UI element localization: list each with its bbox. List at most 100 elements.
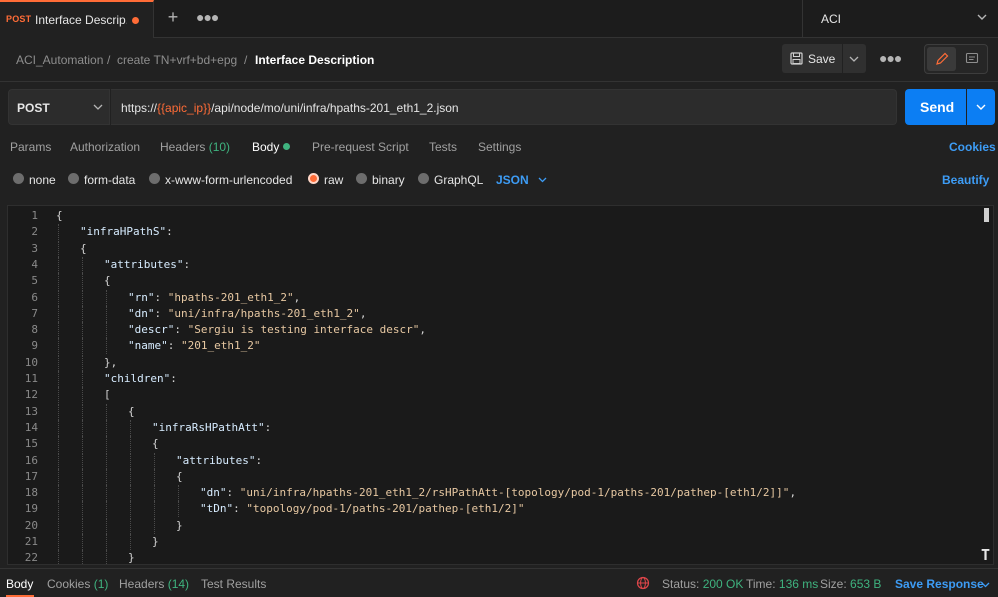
indent-guide	[82, 305, 83, 322]
tab-headers[interactable]: Headers (10)	[160, 140, 230, 154]
code-line[interactable]: 17 {	[8, 468, 983, 485]
tab-pre-request-script[interactable]: Pre-request Script	[312, 140, 409, 154]
environment-select[interactable]: ACI	[802, 0, 998, 38]
url-input[interactable]: https://{{apic_ip}}/api/node/mo/uni/infr…	[111, 89, 897, 125]
indent-guide	[178, 501, 179, 518]
code-line[interactable]: 4 "attributes":	[8, 256, 983, 273]
code-line[interactable]: 11 "children":	[8, 371, 983, 387]
code-line[interactable]: 16 "attributes":	[8, 452, 983, 469]
radio-form-data-label[interactable]: form-data	[84, 173, 135, 187]
radio-none[interactable]	[13, 173, 24, 184]
time-readout: Time: 136 ms	[746, 577, 818, 591]
code-line[interactable]: 7 "dn": "uni/infra/hpaths-201_eth1_2",	[8, 305, 983, 322]
radio-form-data[interactable]	[68, 173, 79, 184]
code-text: {	[176, 469, 183, 483]
response-tab-headers-count: (14)	[167, 577, 190, 591]
code-line[interactable]: 2 "infraHPathS":	[8, 224, 983, 241]
code-text: "dn": "uni/infra/hpaths-201_eth1_2/rsHPa…	[200, 486, 797, 500]
indent-guide	[82, 387, 83, 404]
beautify-link[interactable]: Beautify	[942, 173, 989, 187]
indent-guide	[58, 501, 59, 518]
ellipsis-icon[interactable]: ●●●	[879, 50, 902, 66]
line-number: 12	[24, 388, 38, 402]
tab-params[interactable]: Params	[10, 140, 51, 154]
code-line[interactable]: 14 "infraRsHPathAtt":	[8, 419, 983, 436]
radio-raw[interactable]	[308, 173, 319, 184]
code-text: "dn": "uni/infra/hpaths-201_eth1_2",	[128, 306, 367, 320]
tab-settings[interactable]: Settings	[478, 140, 521, 154]
url-prefix: https://	[121, 101, 158, 115]
size-readout: Size: 653 B	[820, 577, 881, 591]
radio-binary[interactable]	[356, 173, 367, 184]
save-button[interactable]: Save	[782, 44, 842, 73]
breadcrumb-folder[interactable]: create TN+vrf+bd+epg	[117, 53, 237, 67]
indent-guide	[82, 354, 83, 371]
indent-guide	[82, 419, 83, 436]
code-editor[interactable]: T 1{2 "infraHPathS": 3{4 "attributes": 5{6 "r…	[7, 205, 994, 565]
radio-urlencoded[interactable]	[149, 173, 160, 184]
code-line[interactable]: 12 [	[8, 387, 983, 404]
edit-mode-button[interactable]	[927, 47, 956, 71]
code-line[interactable]: 19 "tDn": "topology/pod-1/paths-201/pathe…	[8, 501, 983, 518]
radio-graphql[interactable]	[418, 173, 429, 184]
radio-raw-label[interactable]: raw	[324, 173, 343, 187]
response-tab-cookies[interactable]: Cookies (1)	[47, 577, 108, 591]
code-line[interactable]: 21}	[8, 534, 983, 550]
ellipsis-icon[interactable]: ●●●	[196, 9, 219, 25]
code-line[interactable]: 10},	[8, 354, 983, 371]
indent-guide	[58, 289, 59, 306]
radio-urlencoded-label[interactable]: x-www-form-urlencoded	[165, 173, 292, 187]
indent-guide	[106, 338, 107, 355]
globe-icon[interactable]	[636, 576, 650, 590]
radio-graphql-label[interactable]: GraphQL	[434, 173, 483, 187]
line-number: 18	[24, 486, 38, 500]
response-tab-body[interactable]: Body	[6, 577, 33, 591]
code-line[interactable]: 15 {	[8, 436, 983, 453]
send-label: Send	[920, 99, 955, 115]
send-options-button[interactable]	[967, 89, 995, 125]
code-line[interactable]: 6 "rn": "hpaths-201_eth1_2",	[8, 289, 983, 306]
documentation-button[interactable]	[958, 47, 987, 71]
tab-body[interactable]: Body	[252, 140, 279, 154]
chevron-down-icon[interactable]	[981, 580, 990, 589]
indent-guide	[82, 534, 83, 550]
indent-guide	[130, 501, 131, 518]
indent-guide	[82, 338, 83, 355]
page-title[interactable]: Interface Description	[255, 53, 374, 67]
code-line[interactable]: 13 {	[8, 403, 983, 420]
save-options-button[interactable]	[843, 44, 866, 73]
code-line[interactable]: 22}	[8, 550, 983, 564]
response-tab-headers[interactable]: Headers (14)	[119, 577, 189, 591]
scrollbar[interactable]	[984, 208, 989, 222]
code-line[interactable]: 3{	[8, 240, 983, 257]
radio-none-label[interactable]: none	[29, 173, 56, 187]
code-line[interactable]: 8 "descr": "Sergiu is testing interface d…	[8, 322, 983, 339]
save-response-button[interactable]: Save Response	[895, 577, 984, 591]
request-tab-active[interactable]: POST Interface Descrip...	[0, 0, 154, 38]
cookies-link[interactable]: Cookies	[949, 140, 996, 154]
tab-tests[interactable]: Tests	[429, 140, 457, 154]
indent-guide	[154, 468, 155, 485]
raw-format-select[interactable]: JSON	[496, 173, 529, 187]
code-text: {	[104, 274, 111, 288]
indent-guide	[130, 468, 131, 485]
plus-icon[interactable]: +	[165, 7, 181, 28]
code-line[interactable]: 20}	[8, 517, 983, 534]
code-line[interactable]: 1{	[8, 208, 983, 224]
response-tab-test-results[interactable]: Test Results	[201, 577, 266, 591]
radio-binary-label[interactable]: binary	[372, 173, 405, 187]
breadcrumb-collection[interactable]: ACI_Automation	[16, 53, 103, 67]
send-button[interactable]: Send	[905, 89, 966, 125]
tab-authorization[interactable]: Authorization	[70, 140, 140, 154]
indent-guide	[58, 338, 59, 355]
breadcrumb-separator: /	[244, 53, 248, 67]
code-line[interactable]: 5{	[8, 273, 983, 290]
tab-method-label: POST	[6, 14, 32, 24]
indent-guide	[82, 550, 83, 564]
code-line[interactable]: 18 "dn": "uni/infra/hpaths-201_eth1_2/rsH…	[8, 485, 983, 502]
response-tab-cookies-count: (1)	[93, 577, 109, 591]
method-select[interactable]: POST	[8, 89, 110, 125]
chevron-down-icon[interactable]	[538, 175, 547, 184]
code-text: }	[176, 518, 183, 532]
code-line[interactable]: 9 "name": "201_eth1_2"	[8, 338, 983, 355]
